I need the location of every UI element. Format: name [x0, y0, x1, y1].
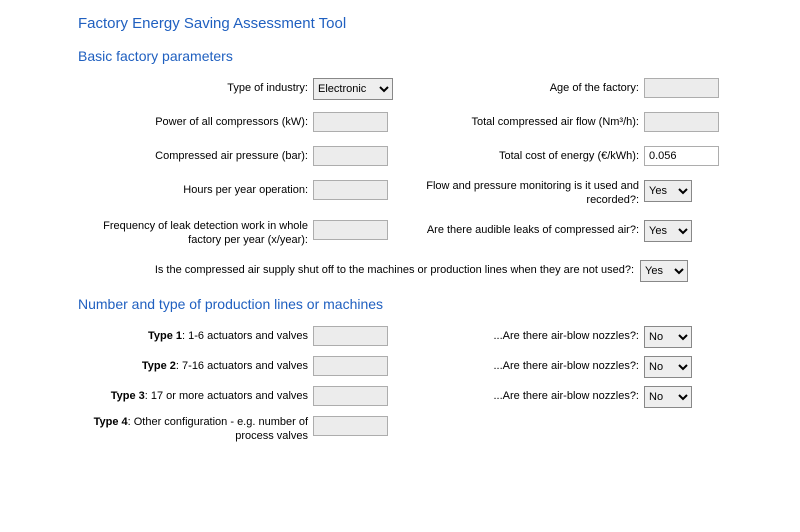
- type1-input[interactable]: [313, 326, 388, 346]
- row-pressure-cost: Compressed air pressure (bar): Total cos…: [78, 146, 740, 168]
- type4-label: Type 4: Other configuration - e.g. numbe…: [78, 416, 313, 444]
- shutoff-label: Is the compressed air supply shut off to…: [78, 260, 640, 282]
- monitoring-select[interactable]: Yes: [644, 180, 692, 202]
- power-input[interactable]: [313, 112, 388, 132]
- monitoring-label: Flow and pressure monitoring is it used …: [409, 180, 644, 208]
- type3-nozzle-label: ...Are there air-blow nozzles?:: [409, 386, 644, 408]
- flow-label: Total compressed air flow (Nm³/h):: [409, 112, 644, 134]
- hours-label: Hours per year operation:: [78, 180, 313, 202]
- audible-label: Are there audible leaks of compressed ai…: [409, 220, 644, 242]
- type2-input[interactable]: [313, 356, 388, 376]
- leakfreq-input[interactable]: [313, 220, 388, 240]
- type1-nozzle-select[interactable]: No: [644, 326, 692, 348]
- type4-input[interactable]: [313, 416, 388, 436]
- age-input[interactable]: [644, 78, 719, 98]
- type3-input[interactable]: [313, 386, 388, 406]
- row-power-flow: Power of all compressors (kW): Total com…: [78, 112, 740, 134]
- type2-nozzle-label: ...Are there air-blow nozzles?:: [409, 356, 644, 378]
- industry-label: Type of industry:: [78, 78, 313, 100]
- leakfreq-label: Frequency of leak detection work in whol…: [78, 220, 313, 248]
- row-type3: Type 3: 17 or more actuators and valves …: [78, 386, 740, 408]
- row-industry-age: Type of industry: Electronic Age of the …: [78, 78, 740, 100]
- hours-input[interactable]: [313, 180, 388, 200]
- type3-nozzle-select[interactable]: No: [644, 386, 692, 408]
- row-hours-monitoring: Hours per year operation: Flow and press…: [78, 180, 740, 208]
- section-header-basic: Basic factory parameters: [78, 48, 740, 64]
- type2-label: Type 2: 7-16 actuators and valves: [78, 356, 313, 378]
- type2-nozzle-select[interactable]: No: [644, 356, 692, 378]
- type1-nozzle-label: ...Are there air-blow nozzles?:: [409, 326, 644, 348]
- type1-label: Type 1: 1-6 actuators and valves: [78, 326, 313, 348]
- row-leakfreq-audible: Frequency of leak detection work in whol…: [78, 220, 740, 248]
- cost-label: Total cost of energy (€/kWh):: [409, 146, 644, 168]
- age-label: Age of the factory:: [409, 78, 644, 100]
- industry-select[interactable]: Electronic: [313, 78, 393, 100]
- power-label: Power of all compressors (kW):: [78, 112, 313, 134]
- audible-select[interactable]: Yes: [644, 220, 692, 242]
- row-type4: Type 4: Other configuration - e.g. numbe…: [78, 416, 740, 444]
- row-type2: Type 2: 7-16 actuators and valves ...Are…: [78, 356, 740, 378]
- type3-label: Type 3: 17 or more actuators and valves: [78, 386, 313, 408]
- pressure-label: Compressed air pressure (bar):: [78, 146, 313, 168]
- page-title: Factory Energy Saving Assessment Tool: [78, 15, 740, 32]
- row-shutoff: Is the compressed air supply shut off to…: [78, 260, 740, 282]
- shutoff-select[interactable]: Yes: [640, 260, 688, 282]
- flow-input[interactable]: [644, 112, 719, 132]
- cost-input[interactable]: [644, 146, 719, 166]
- pressure-input[interactable]: [313, 146, 388, 166]
- row-type1: Type 1: 1-6 actuators and valves ...Are …: [78, 326, 740, 348]
- section-header-lines: Number and type of production lines or m…: [78, 296, 740, 312]
